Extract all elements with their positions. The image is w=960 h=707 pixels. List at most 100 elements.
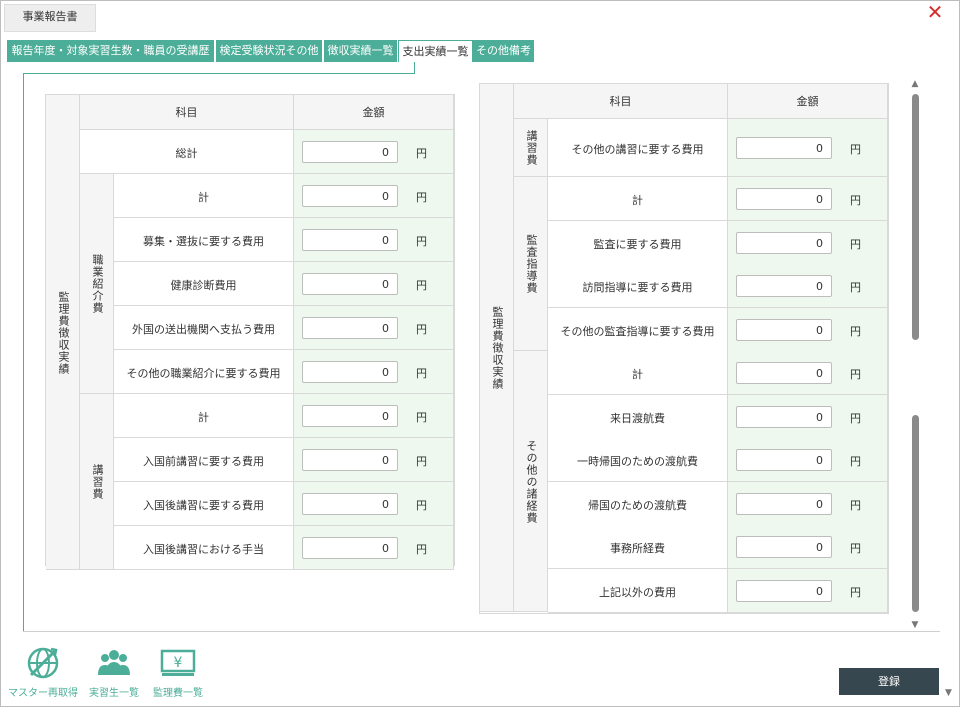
master-refetch-button[interactable]: マスター再取得 [5,645,81,699]
row-label-cell: 入国後講習における手当 [114,526,294,570]
amount-input[interactable] [302,185,398,207]
close-icon[interactable]: ✕ [926,2,944,22]
row-label-cell: 一時帰国のための渡航費 [548,438,728,482]
row-label: 一時帰国のための渡航費 [577,455,698,468]
row-label-cell: 監査に要する費用 [548,221,728,265]
row-amount-cell: 円 [294,218,454,262]
panel-left-border [23,73,24,631]
yen-unit: 円 [416,543,427,556]
yen-unit: 円 [850,143,861,156]
master-refetch-label: マスター再取得 [8,688,78,699]
amount-header: 金額 [728,84,888,119]
row-label: 帰国のための渡航費 [588,499,687,512]
amount-input[interactable] [302,361,398,383]
row-amount-cell: 円 [294,350,454,394]
row-amount-cell: 円 [728,221,888,265]
yen-unit: 円 [416,235,427,248]
amount-input[interactable] [736,137,832,159]
scroll-down-icon[interactable]: ▼ [909,620,921,630]
row-amount-cell: 円 [294,394,454,438]
row-amount-cell: 円 [294,306,454,350]
amount-input[interactable] [736,580,832,602]
scrollbar-thumb-lower[interactable] [912,415,919,612]
group-label: 監理費徴収実績 [57,291,70,375]
row-amount-cell: 円 [294,438,454,482]
row-amount-cell: 円 [294,482,454,526]
amount-input[interactable] [736,493,832,515]
tab-collection-list[interactable]: 徴収実績一覧 [324,40,397,62]
trainee-list-button[interactable]: 実習生一覧 [84,645,144,699]
tab-other-notes[interactable]: その他備考 [473,40,534,62]
row-label-cell: 募集・選抜に要する費用 [114,218,294,262]
save-button[interactable]: 登録 [839,668,939,695]
section-label: 監査指導費 [525,234,538,294]
amount-input[interactable] [302,229,398,251]
tab-expense-list[interactable]: 支出実績一覧 [398,40,473,62]
row-amount-cell: 円 [728,119,888,177]
page-scroll-down-icon[interactable]: ▼ [945,688,952,698]
amount-input[interactable] [736,536,832,558]
section-label: 講習費 [525,130,538,166]
right-expense-table: 科目金額監理費徴収実績講習費その他の講習に要する費用円監査指導費計円監査に要する… [479,83,889,614]
row-amount-cell: 円 [728,264,888,308]
row-label: 来日渡航費 [610,412,665,425]
supervision-fee-list-button[interactable]: ¥ 監理費一覧 [147,645,209,699]
row-label: 上記以外の費用 [599,586,676,599]
row-amount-cell: 円 [728,177,888,221]
row-label-cell: 計 [114,394,294,438]
panel-bottom-border [23,631,940,632]
yen-unit: 円 [850,586,861,599]
subject-header: 科目 [514,84,728,119]
amount-input[interactable] [302,493,398,515]
row-label-cell: 健康診断費用 [114,262,294,306]
section-label-cell: 講習費 [514,119,548,177]
row-amount-cell: 円 [294,262,454,306]
yen-unit: 円 [850,194,861,207]
row-label-cell: 外国の送出機関へ支払う費用 [114,306,294,350]
yen-unit: 円 [850,281,861,294]
tab-exam-status[interactable]: 検定受験状況その他 [216,40,322,62]
row-label: 総計 [175,147,198,160]
row-label: 計 [632,368,643,381]
amount-input[interactable] [736,319,832,341]
row-label-cell: その他の職業紹介に要する費用 [114,350,294,394]
amount-input[interactable] [736,232,832,254]
row-label-cell: 計 [548,177,728,221]
amount-input[interactable] [302,537,398,559]
row-label: 事務所経費 [610,542,665,555]
yen-unit: 円 [416,455,427,468]
left-expense-table: 科目金額監理費徴収実績総計円職業紹介費計円募集・選抜に要する費用円健康診断費用円… [45,94,455,570]
row-label-cell: その他の監査指導に要する費用 [548,308,728,352]
row-label: その他の講習に要する費用 [571,143,704,156]
amount-input[interactable] [302,141,398,163]
amount-input[interactable] [736,406,832,428]
row-label-cell: 来日渡航費 [548,395,728,439]
tab-report-year[interactable]: 報告年度・対象実習生数・職員の受講歴 [7,40,214,62]
scrollbar-thumb[interactable] [912,94,919,340]
amount-input[interactable] [736,362,832,384]
amount-header: 金額 [294,95,454,130]
amount-input[interactable] [302,405,398,427]
group-label-cell: 監理費徴収実績 [480,84,514,612]
yen-unit: 円 [416,411,427,424]
amount-input[interactable] [736,188,832,210]
group-label: 監理費徴収実績 [491,306,504,390]
row-label: 健康診断費用 [170,279,237,292]
yen-unit: 円 [416,147,427,160]
row-label-cell: 計 [548,351,728,395]
amount-input[interactable] [302,449,398,471]
row-label-cell: 入国前講習に要する費用 [114,438,294,482]
row-label-cell: その他の講習に要する費用 [548,119,728,177]
yen-unit: 円 [850,412,861,425]
section-label-cell: その他の諸経費 [514,351,548,612]
yen-unit: 円 [416,279,427,292]
amount-input[interactable] [302,317,398,339]
row-amount-cell: 円 [294,130,454,174]
group-label-cell: 監理費徴収実績 [46,95,80,570]
amount-input[interactable] [302,273,398,295]
amount-input[interactable] [736,275,832,297]
amount-input[interactable] [736,449,832,471]
row-label: 計 [632,194,643,207]
globe-refresh-icon [27,647,59,679]
scroll-up-icon[interactable]: ▲ [909,79,921,89]
